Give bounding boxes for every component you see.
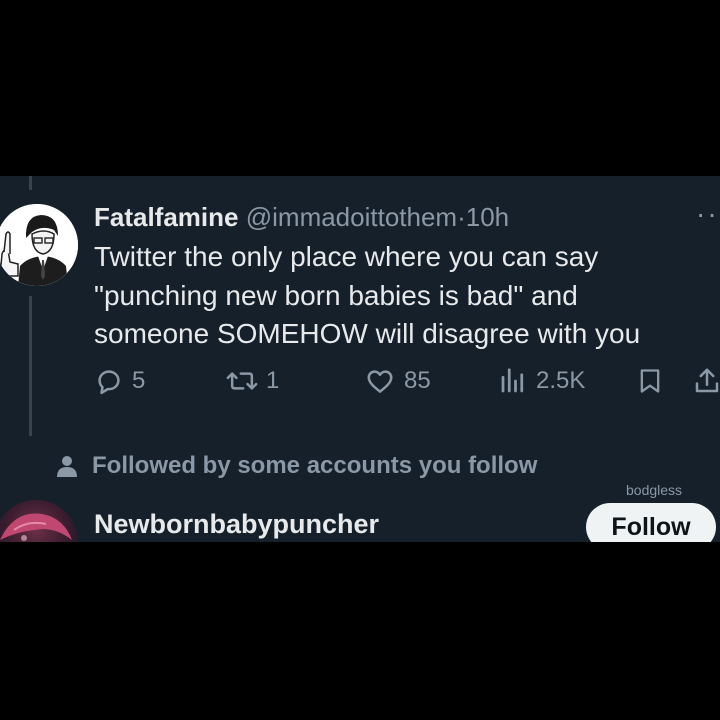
tweet-header: Fatalfamine @immadoittothem·10h: [94, 202, 509, 233]
heart-icon: [367, 370, 393, 393]
views-count: 2.5K: [536, 367, 586, 394]
retweet-button[interactable]: 1: [226, 366, 279, 396]
social-context: Followed by some accounts you follow: [56, 452, 537, 480]
thread-line-top: [29, 176, 32, 190]
reply-count: 5: [132, 367, 146, 394]
share-button[interactable]: [692, 366, 720, 396]
views-button[interactable]: 2.5K: [498, 366, 585, 396]
handle[interactable]: @immadoittothem: [246, 202, 457, 232]
tweet-line: "punching new born babies is bad" and: [94, 279, 578, 311]
suggested-user-name[interactable]: Newbornbabypuncher: [94, 509, 379, 540]
avatar-drawing: [0, 513, 72, 541]
more-icon[interactable]: ··: [696, 198, 719, 230]
avatar-drawing: [0, 204, 78, 286]
like-button[interactable]: 85: [364, 366, 431, 396]
tweet-line: Twitter the only place where you can say: [94, 241, 599, 272]
retweet-count: 1: [266, 367, 280, 394]
reply-icon: [98, 370, 120, 395]
views-icon: [501, 368, 524, 393]
tweet-panel: Fatalfamine @immadoittothem·10h ·· Twitt…: [0, 176, 720, 542]
retweet-icon: [226, 372, 258, 390]
like-count: 85: [404, 367, 431, 394]
bookmark-button[interactable]: [636, 366, 664, 396]
bookmark-icon: [640, 369, 660, 393]
person-icon: [57, 456, 77, 477]
display-name[interactable]: Fatalfamine: [94, 202, 239, 232]
timestamp[interactable]: 10h: [466, 202, 509, 232]
reply-button[interactable]: 5: [94, 366, 145, 396]
avatar[interactable]: [0, 204, 78, 286]
tweet-text: Twitter the only place where you can say…: [94, 238, 704, 354]
share-icon: [695, 368, 719, 393]
watermark: bodgless: [626, 482, 683, 498]
separator: ·: [457, 202, 466, 232]
social-context-text: Followed by some accounts you follow: [92, 452, 538, 479]
suggested-user-avatar[interactable]: [0, 500, 78, 542]
action-bar: 5 1 85 2.5K: [0, 366, 720, 406]
follow-button[interactable]: Follow: [586, 503, 716, 542]
tweet-line: someone SOMEHOW will disagree with you: [94, 318, 641, 349]
